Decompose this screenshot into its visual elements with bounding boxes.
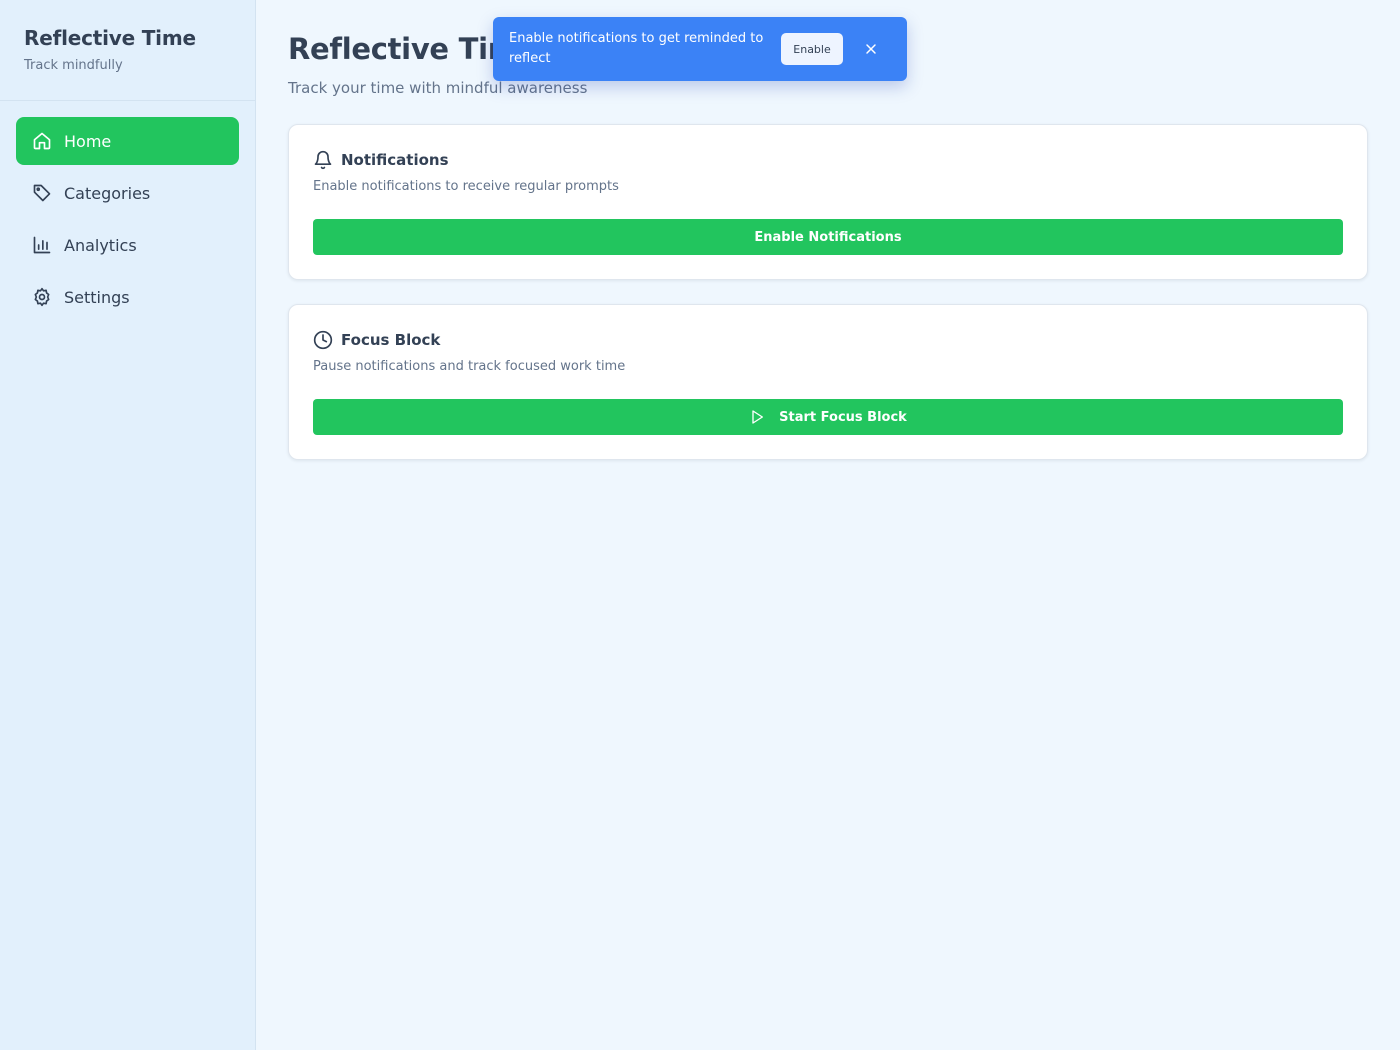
button-label: Enable Notifications: [754, 229, 902, 245]
close-icon[interactable]: [863, 41, 879, 57]
brand: Reflective Time Track mindfully: [0, 0, 255, 101]
home-icon: [32, 131, 52, 151]
card-description: Enable notifications to receive regular …: [313, 179, 619, 194]
clock-icon: [313, 330, 333, 350]
app-subtitle: Track mindfully: [24, 58, 123, 73]
card-title: Focus Block: [341, 331, 441, 349]
enable-notifications-button[interactable]: Enable Notifications: [313, 219, 1343, 255]
sidebar-item-label: Categories: [64, 183, 151, 203]
sidebar-item-home[interactable]: Home: [16, 117, 239, 165]
bell-icon: [314, 150, 332, 170]
focus-block-card: Focus Block Pause notifications and trac…: [288, 304, 1368, 460]
notifications-card: Notifications Enable notifications to re…: [288, 124, 1368, 280]
sidebar-item-settings[interactable]: Settings: [16, 273, 239, 321]
toast-enable-button[interactable]: Enable: [781, 33, 843, 65]
page-subtitle: Track your time with mindful awareness: [288, 79, 588, 97]
app-title: Reflective Time: [24, 26, 196, 50]
button-label: Start Focus Block: [779, 409, 907, 425]
sidebar-item-label: Home: [64, 131, 112, 151]
gear-icon: [32, 287, 52, 307]
bar-chart-icon: [32, 235, 52, 255]
sidebar-nav: Home Categories Analytics Settings: [0, 101, 255, 341]
tag-icon: [32, 183, 52, 203]
sidebar: Reflective Time Track mindfully Home Cat…: [0, 0, 256, 1050]
start-focus-block-button[interactable]: Start Focus Block: [313, 399, 1343, 435]
sidebar-item-categories[interactable]: Categories: [16, 169, 239, 217]
sidebar-item-label: Settings: [64, 287, 130, 307]
sidebar-item-label: Analytics: [64, 235, 137, 255]
card-description: Pause notifications and track focused wo…: [313, 359, 626, 374]
card-title: Notifications: [341, 151, 449, 169]
notification-toast: Enable notifications to get reminded to …: [493, 17, 907, 81]
play-icon: [752, 410, 764, 424]
sidebar-item-analytics[interactable]: Analytics: [16, 221, 239, 269]
toast-message: Enable notifications to get reminded to …: [509, 31, 764, 66]
